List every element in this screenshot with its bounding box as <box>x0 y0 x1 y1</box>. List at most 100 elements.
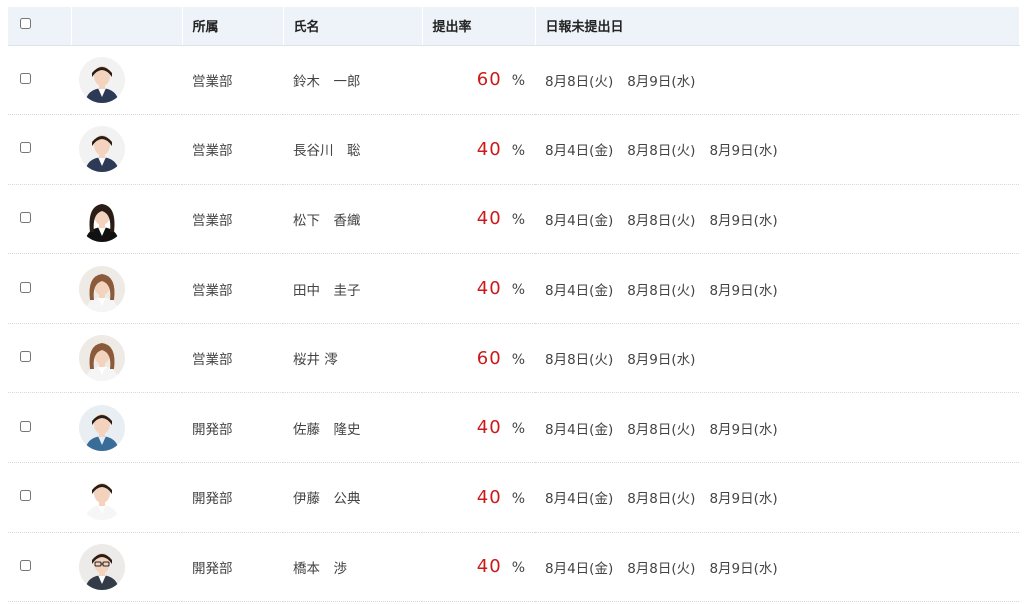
missing-dates-cell: 8月4日(金) 8月8日(火) 8月9日(水) <box>535 115 1019 185</box>
missing-dates-list: 8月8日(火) 8月9日(水) <box>545 348 1019 368</box>
row-checkbox[interactable] <box>20 351 31 363</box>
missing-dates-list: 8月4日(金) 8月8日(火) 8月9日(水) <box>545 139 1019 159</box>
table-row[interactable]: 営業部 田中 圭子 40 % 8月4日(金) 8月8日(火) 8月9日(水) <box>8 254 1019 324</box>
rate-value: 40 <box>476 208 502 230</box>
row-checkbox[interactable] <box>20 490 31 502</box>
row-select-cell <box>8 184 71 254</box>
missing-date: 8月9日(水) <box>709 282 778 299</box>
row-select-cell <box>8 532 71 602</box>
table-row[interactable]: 営業部 松下 香織 40 % 8月4日(金) 8月8日(火) 8月9日(水) <box>8 184 1019 254</box>
row-checkbox[interactable] <box>20 72 31 84</box>
missing-dates-cell: 8月8日(火) 8月9日(水) <box>535 323 1019 393</box>
avatar <box>79 474 125 521</box>
submission-rate: 40 % <box>432 139 535 160</box>
missing-date: 8月4日(金) <box>545 560 614 577</box>
table-row[interactable]: 開発部 伊藤 公典 40 % 8月4日(金) 8月8日(火) 8月9日(水) <box>8 463 1019 533</box>
dept-cell: 開発部 <box>182 532 283 602</box>
avatar-icon <box>79 404 125 451</box>
missing-date: 8月9日(水) <box>709 212 778 229</box>
rate-cell: 60 % <box>422 323 535 393</box>
header-rate[interactable]: 提出率 <box>422 7 536 46</box>
avatar <box>79 335 125 382</box>
header-missing-dates[interactable]: 日報未提出日 <box>535 7 1020 46</box>
header-select-all <box>8 7 72 46</box>
missing-date: 8月8日(火) <box>627 560 696 577</box>
submission-rate: 40 % <box>432 556 535 577</box>
employee-name: 佐藤 隆史 <box>293 421 361 438</box>
rate-cell: 40 % <box>422 254 535 324</box>
rate-value: 40 <box>476 138 502 160</box>
missing-dates-list: 8月4日(金) 8月8日(火) 8月9日(水) <box>545 557 1019 577</box>
dept-cell: 営業部 <box>182 184 283 254</box>
missing-dates-cell: 8月4日(金) 8月8日(火) 8月9日(水) <box>535 463 1019 533</box>
name-cell: 鈴木 一郎 <box>283 45 422 115</box>
rate-unit: % <box>511 490 525 507</box>
avatar-icon <box>79 474 125 521</box>
dept-label: 開発部 <box>192 560 233 577</box>
rate-cell: 40 % <box>422 532 535 602</box>
missing-dates-list: 8月4日(金) 8月8日(火) 8月9日(水) <box>545 418 1019 438</box>
dept-label: 営業部 <box>192 212 233 229</box>
row-checkbox[interactable] <box>20 281 31 293</box>
table-row[interactable]: 営業部 桜井 澪 60 % 8月8日(火) 8月9日(水) <box>8 323 1019 393</box>
header-name[interactable]: 氏名 <box>283 7 423 46</box>
missing-date: 8月9日(水) <box>709 491 778 508</box>
header-dept[interactable]: 所属 <box>182 7 284 46</box>
dept-label: 営業部 <box>192 352 233 369</box>
table-header-row: 所属 氏名 提出率 日報未提出日 <box>8 7 1020 46</box>
table-row[interactable]: 営業部 長谷川 聡 40 % 8月4日(金) 8月8日(火) 8月9日(水) <box>8 115 1019 185</box>
rate-unit: % <box>511 73 525 90</box>
missing-dates-cell: 8月4日(金) 8月8日(火) 8月9日(水) <box>535 393 1019 463</box>
report-table-container: 所属 氏名 提出率 日報未提出日 営業部 鈴木 一郎 60 % 8月8日(火) 8… <box>8 7 1020 602</box>
table-row[interactable]: 営業部 鈴木 一郎 60 % 8月8日(火) 8月9日(水) <box>8 45 1019 115</box>
missing-dates-list: 8月4日(金) 8月8日(火) 8月9日(水) <box>545 279 1019 299</box>
missing-dates-cell: 8月4日(金) 8月8日(火) 8月9日(水) <box>535 254 1019 324</box>
missing-date: 8月8日(火) <box>627 421 696 438</box>
employee-name: 橋本 渉 <box>293 560 347 577</box>
dept-label: 営業部 <box>192 73 233 90</box>
employee-name: 伊藤 公典 <box>293 491 361 508</box>
avatar <box>79 56 125 103</box>
dept-label: 営業部 <box>192 282 233 299</box>
name-cell: 伊藤 公典 <box>283 463 422 533</box>
missing-date: 8月8日(火) <box>627 491 696 508</box>
missing-dates-list: 8月8日(火) 8月9日(水) <box>545 70 1019 90</box>
avatar <box>79 404 125 451</box>
row-select-cell <box>8 254 71 324</box>
dept-cell: 営業部 <box>182 323 283 393</box>
avatar <box>79 265 125 312</box>
row-select-cell <box>8 463 71 533</box>
rate-value: 40 <box>476 417 502 439</box>
avatar-icon <box>79 543 125 590</box>
rate-cell: 40 % <box>422 184 535 254</box>
row-checkbox[interactable] <box>20 211 31 223</box>
avatar-icon <box>79 265 125 312</box>
row-select-cell <box>8 393 71 463</box>
employee-name: 鈴木 一郎 <box>293 73 361 90</box>
select-all-checkbox[interactable] <box>20 18 31 30</box>
dept-cell: 営業部 <box>182 254 283 324</box>
name-cell: 松下 香織 <box>283 184 422 254</box>
report-submission-table: 所属 氏名 提出率 日報未提出日 営業部 鈴木 一郎 60 % 8月8日(火) 8… <box>8 7 1020 602</box>
row-checkbox[interactable] <box>20 559 31 571</box>
table-row[interactable]: 開発部 橋本 渉 40 % 8月4日(金) 8月8日(火) 8月9日(水) <box>8 532 1019 602</box>
submission-rate: 40 % <box>432 208 535 229</box>
missing-date: 8月8日(火) <box>545 352 614 369</box>
row-checkbox[interactable] <box>20 142 31 154</box>
table-body: 営業部 鈴木 一郎 60 % 8月8日(火) 8月9日(水) 営業部 長谷川 聡 … <box>8 45 1019 602</box>
avatar-icon <box>79 56 125 103</box>
rate-unit: % <box>511 351 525 368</box>
avatar-cell <box>71 184 182 254</box>
table-row[interactable]: 開発部 佐藤 隆史 40 % 8月4日(金) 8月8日(火) 8月9日(水) <box>8 393 1019 463</box>
missing-date: 8月8日(火) <box>627 282 696 299</box>
missing-date: 8月8日(火) <box>627 143 696 160</box>
missing-date: 8月4日(金) <box>545 143 614 160</box>
row-checkbox[interactable] <box>20 420 31 432</box>
missing-date: 8月9日(水) <box>627 352 696 369</box>
rate-value: 40 <box>476 486 502 508</box>
avatar <box>79 126 125 173</box>
employee-name: 桜井 澪 <box>293 352 338 369</box>
rate-unit: % <box>511 212 525 229</box>
submission-rate: 40 % <box>432 278 535 299</box>
name-cell: 佐藤 隆史 <box>283 393 422 463</box>
